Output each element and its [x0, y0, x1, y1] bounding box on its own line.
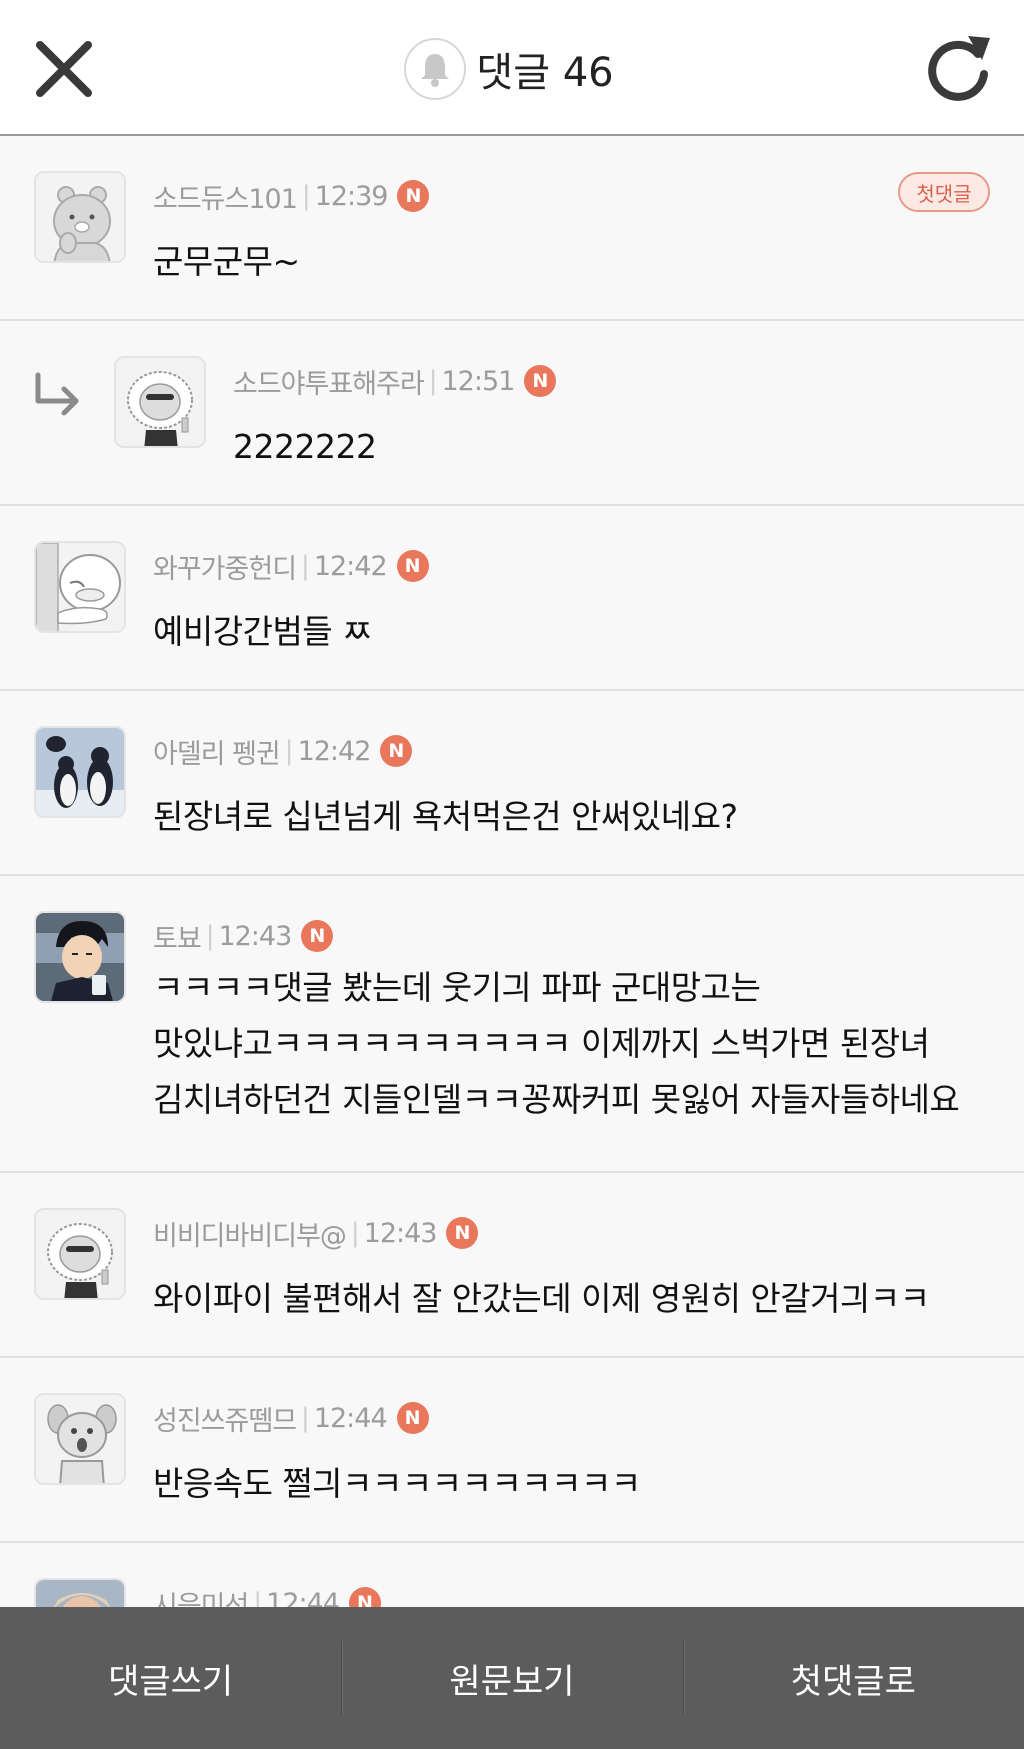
bottom-action-bar: 댓글쓰기 원문보기 첫댓글로 — [0, 1607, 1024, 1749]
meta-separator: | — [301, 551, 310, 581]
comment-meta: 소드듀스101 | 12:39 N — [153, 176, 430, 216]
write-comment-button[interactable]: 댓글쓰기 — [0, 1607, 341, 1749]
comment-item: 성진쓰쥬뗌므 | 12:44 N 반응속도 쩔긔ㅋㅋㅋㅋㅋㅋㅋㅋㅋㅋ — [0, 1358, 1024, 1543]
comment-meta: 토뵤 | 12:43 N — [153, 916, 334, 956]
comment-author[interactable]: 소드야투표해주라 — [233, 362, 425, 401]
new-badge: N — [396, 550, 429, 582]
new-badge: N — [524, 365, 557, 397]
kakao-tube-avatar-icon — [36, 543, 124, 631]
anime-character-avatar-icon — [36, 913, 124, 1001]
comment-author[interactable]: 토뵤 — [153, 917, 202, 956]
meta-separator: | — [205, 921, 215, 951]
comment-author[interactable]: 소드듀스101 — [153, 177, 298, 216]
view-original-button[interactable]: 원문보기 — [341, 1607, 682, 1749]
comment-meta: 와꾸가중헌디 | 12:42 N — [153, 546, 429, 586]
new-badge: N — [380, 735, 413, 767]
meta-separator: | — [350, 1218, 360, 1248]
comment-list: 소드듀스101 | 12:39 N 첫댓글 군무군무~ 소드야투표해주라 | 1… — [0, 136, 1024, 1728]
comment-time: 12:42 — [313, 550, 388, 582]
avatar[interactable] — [34, 171, 126, 263]
comment-text: ㅋㅋㅋㅋ댓글 봤는데 웃기긔 파파 군대망고는 맛있냐고ㅋㅋㅋㅋㅋㅋㅋㅋㅋㅋ 이… — [153, 960, 960, 1128]
meta-separator: | — [284, 736, 294, 766]
page-title: 댓글 46 — [476, 50, 614, 96]
comment-author[interactable]: 와꾸가중헌디 — [153, 547, 297, 586]
refresh-icon — [928, 36, 990, 101]
top-bar: 댓글 46 — [0, 0, 1024, 136]
comment-time: 12:43 — [363, 1217, 438, 1249]
comment-author[interactable]: 비비디바비디부@ — [153, 1214, 347, 1253]
comment-meta: 소드야투표해주라 | 12:51 N — [233, 361, 557, 401]
meta-separator: | — [428, 366, 438, 396]
meta-separator: | — [301, 181, 311, 211]
comment-meta: 아델리 펭귄 | 12:42 N — [153, 731, 413, 771]
comment-time: 12:39 — [314, 180, 389, 212]
comment-item: 소드듀스101 | 12:39 N 첫댓글 군무군무~ — [0, 136, 1024, 321]
avatar[interactable] — [34, 1393, 126, 1485]
comment-text: 된장녀로 십년넘게 욕처먹은건 안써있네요? — [153, 797, 738, 836]
new-badge: N — [396, 1402, 429, 1434]
comment-time: 12:44 — [313, 1402, 388, 1434]
meta-separator: | — [301, 1403, 310, 1433]
comment-time: 12:42 — [297, 735, 372, 767]
comment-text: 와이파이 불편해서 잘 안갔는데 이제 영원히 안갈거긔ㅋㅋ — [153, 1279, 930, 1318]
comment-text-line: ㅋㅋㅋㅋ댓글 봤는데 웃기긔 파파 군대망고는 — [153, 968, 761, 1007]
avatar[interactable] — [114, 356, 206, 448]
header-title-group: 댓글 46 — [0, 34, 1024, 104]
comment-text: 반응속도 쩔긔ㅋㅋㅋㅋㅋㅋㅋㅋㅋㅋ — [153, 1464, 641, 1503]
refresh-button[interactable] — [920, 30, 996, 106]
reply-arrow-icon — [35, 372, 79, 416]
comment-item: 와꾸가중헌디 | 12:42 N 예비강간범들 ㅉ — [0, 506, 1024, 691]
penguin-photo-avatar-icon — [36, 728, 124, 816]
avatar[interactable] — [34, 911, 126, 1003]
comment-item: 토뵤 | 12:43 N ㅋㅋㅋㅋ댓글 봤는데 웃기긔 파파 군대망고는 맛있냐… — [0, 876, 1024, 1173]
avatar[interactable] — [34, 1208, 126, 1300]
go-first-comment-button[interactable]: 첫댓글로 — [682, 1607, 1024, 1749]
comment-text-line: 김치녀하던건 지들인델ㅋㅋ꽁짜커피 못잃어 자들자들하네요 — [153, 1080, 960, 1119]
kakao-frodo-dog-avatar-icon — [36, 1395, 124, 1483]
new-badge: N — [397, 180, 430, 212]
bell-icon — [421, 54, 450, 87]
avatar[interactable] — [34, 541, 126, 633]
kakao-ryan-avatar-icon — [36, 173, 124, 261]
comment-author[interactable]: 아델리 펭귄 — [153, 732, 281, 771]
comment-item: 비비디바비디부@ | 12:43 N 와이파이 불편해서 잘 안갔는데 이제 영… — [0, 1173, 1024, 1358]
comment-text: 군무군무~ — [153, 242, 300, 281]
new-badge: N — [301, 920, 334, 952]
comment-text: 2222222 — [233, 427, 377, 466]
first-comment-badge: 첫댓글 — [898, 172, 990, 212]
notification-toggle-button[interactable] — [404, 38, 467, 100]
comment-item: 아델리 펭귄 | 12:42 N 된장녀로 십년넘게 욕처먹은건 안써있네요? — [0, 691, 1024, 876]
kakao-frodo-avatar-icon — [116, 358, 204, 446]
comment-meta: 성진쓰쥬뗌므 | 12:44 N — [153, 1398, 429, 1438]
comment-text-line: 맛있냐고ㅋㅋㅋㅋㅋㅋㅋㅋㅋㅋ 이제까지 스벅가면 된장녀 — [153, 1024, 930, 1063]
comment-author[interactable]: 성진쓰쥬뗌므 — [153, 1399, 297, 1438]
avatar[interactable] — [34, 726, 126, 818]
comment-time: 12:51 — [441, 365, 516, 397]
comment-meta: 비비디바비디부@ | 12:43 N — [153, 1213, 479, 1253]
kakao-frodo-avatar-icon — [36, 1210, 124, 1298]
new-badge: N — [446, 1217, 479, 1249]
comment-item-reply: 소드야투표해주라 | 12:51 N 2222222 — [0, 321, 1024, 506]
comment-text: 예비강간범들 ㅉ — [153, 612, 373, 651]
comment-time: 12:43 — [218, 920, 292, 952]
